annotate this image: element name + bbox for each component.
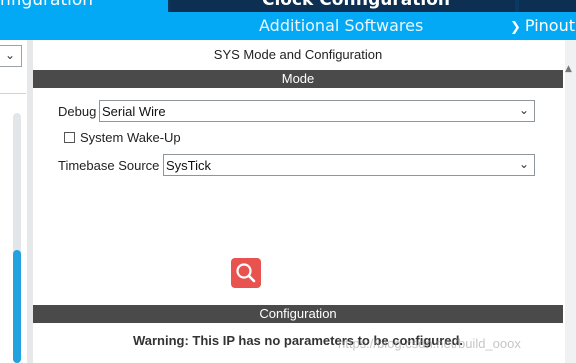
configuration-section-header: Configuration [33,305,563,323]
left-sidebar: ⌄ [0,40,30,363]
tab-more[interactable] [519,0,576,12]
chevron-down-icon: ⌄ [5,48,16,62]
scroll-up-arrow-icon[interactable]: ▲ [565,64,572,74]
zoom-search-icon [236,263,256,283]
pinout-menu-button[interactable]: ❯ Pinout [510,16,575,35]
pinout-menu-label: Pinout [524,16,575,35]
watermark: https://blog.csdn.net/build_ooox [338,336,521,351]
debug-select-value: Serial Wire [102,104,166,119]
sidebar-scrollbar-thumb[interactable] [13,250,21,363]
debug-select[interactable]: Serial Wire ⌄ [99,100,535,122]
right-scrollbar[interactable] [565,40,576,363]
debug-label: Debug [58,104,97,119]
category-dropdown[interactable]: ⌄ [0,45,22,67]
tab-clock-configuration-label: Clock Configuration [262,0,451,10]
zoom-search-button[interactable] [231,258,261,288]
sys-config-panel: SYS Mode and Configuration Mode Debug Se… [33,40,565,363]
timebase-source-value: SysTick [166,158,212,173]
timebase-source-label: Timebase Source [58,158,160,173]
chevron-down-icon: ❯ [510,20,521,35]
sidebar-divider [0,93,26,94]
mode-section-header: Mode [33,70,563,88]
tab-pinout-configuration-label: nfiguration [0,0,94,10]
tab-clock-configuration[interactable]: Clock Configuration [170,0,515,12]
toolbar: Additional Softwares ❯ Pinout [0,12,576,40]
additional-softwares-button[interactable]: Additional Softwares [259,16,423,35]
chevron-down-icon: ⌄ [518,103,529,117]
chevron-down-icon: ⌄ [518,157,529,171]
panel-title: SYS Mode and Configuration [213,47,383,62]
system-wakeup-label: System Wake-Up [80,130,181,145]
tab-pinout-configuration[interactable]: nfiguration [0,0,168,12]
timebase-source-select[interactable]: SysTick ⌄ [163,154,535,176]
system-wakeup-checkbox[interactable] [64,132,75,143]
